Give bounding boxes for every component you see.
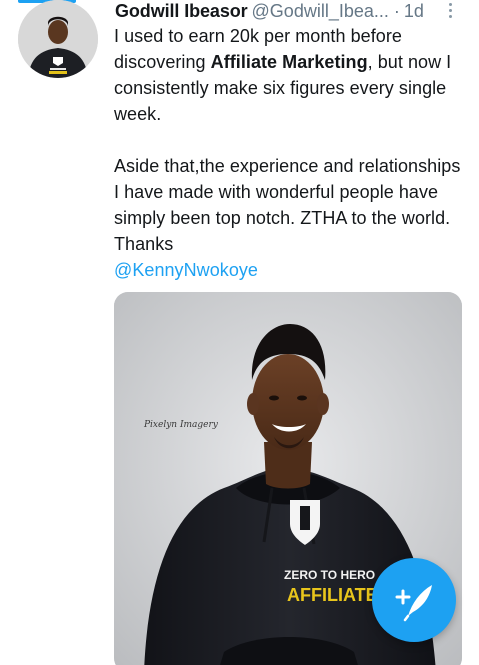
photo-watermark: Pixelyn Imagery (143, 420, 219, 430)
more-vertical-icon[interactable] (445, 3, 455, 19)
tweet-paragraph-3: @KennyNwokoye (114, 257, 469, 283)
author-handle[interactable]: @Godwill_Ibea... (252, 1, 389, 21)
compose-tweet-icon (395, 585, 432, 622)
tweet-header: Godwill Ibeasor @Godwill_Ibea... · 1d (115, 0, 465, 24)
compose-tweet-button[interactable] (372, 558, 456, 642)
tweet-text-segment: Aside that,the experience and relationsh… (114, 156, 461, 254)
avatar-image (18, 0, 98, 78)
author-name[interactable]: Godwill Ibeasor (115, 1, 248, 21)
tweet-paragraph-2: Aside that,the experience and relationsh… (114, 153, 469, 257)
avatar[interactable] (18, 0, 98, 78)
hoodie-text-bottom: AFFILIATE (287, 585, 378, 605)
tweet-detail-screen: Godwill Ibeasor @Godwill_Ibea... · 1d I use… (0, 0, 479, 665)
hoodie-text-top: ZERO TO HERO (284, 568, 375, 582)
mention-link[interactable]: @KennyNwokoye (114, 260, 258, 280)
tweet-bold-text: Affiliate Marketing (210, 52, 368, 72)
tweet-paragraph-1: I used to earn 20k per month before disc… (114, 23, 469, 127)
tweet-timestamp[interactable]: 1d (404, 1, 424, 21)
tweet-body: I used to earn 20k per month before disc… (114, 23, 469, 283)
separator-dot: · (393, 1, 400, 21)
